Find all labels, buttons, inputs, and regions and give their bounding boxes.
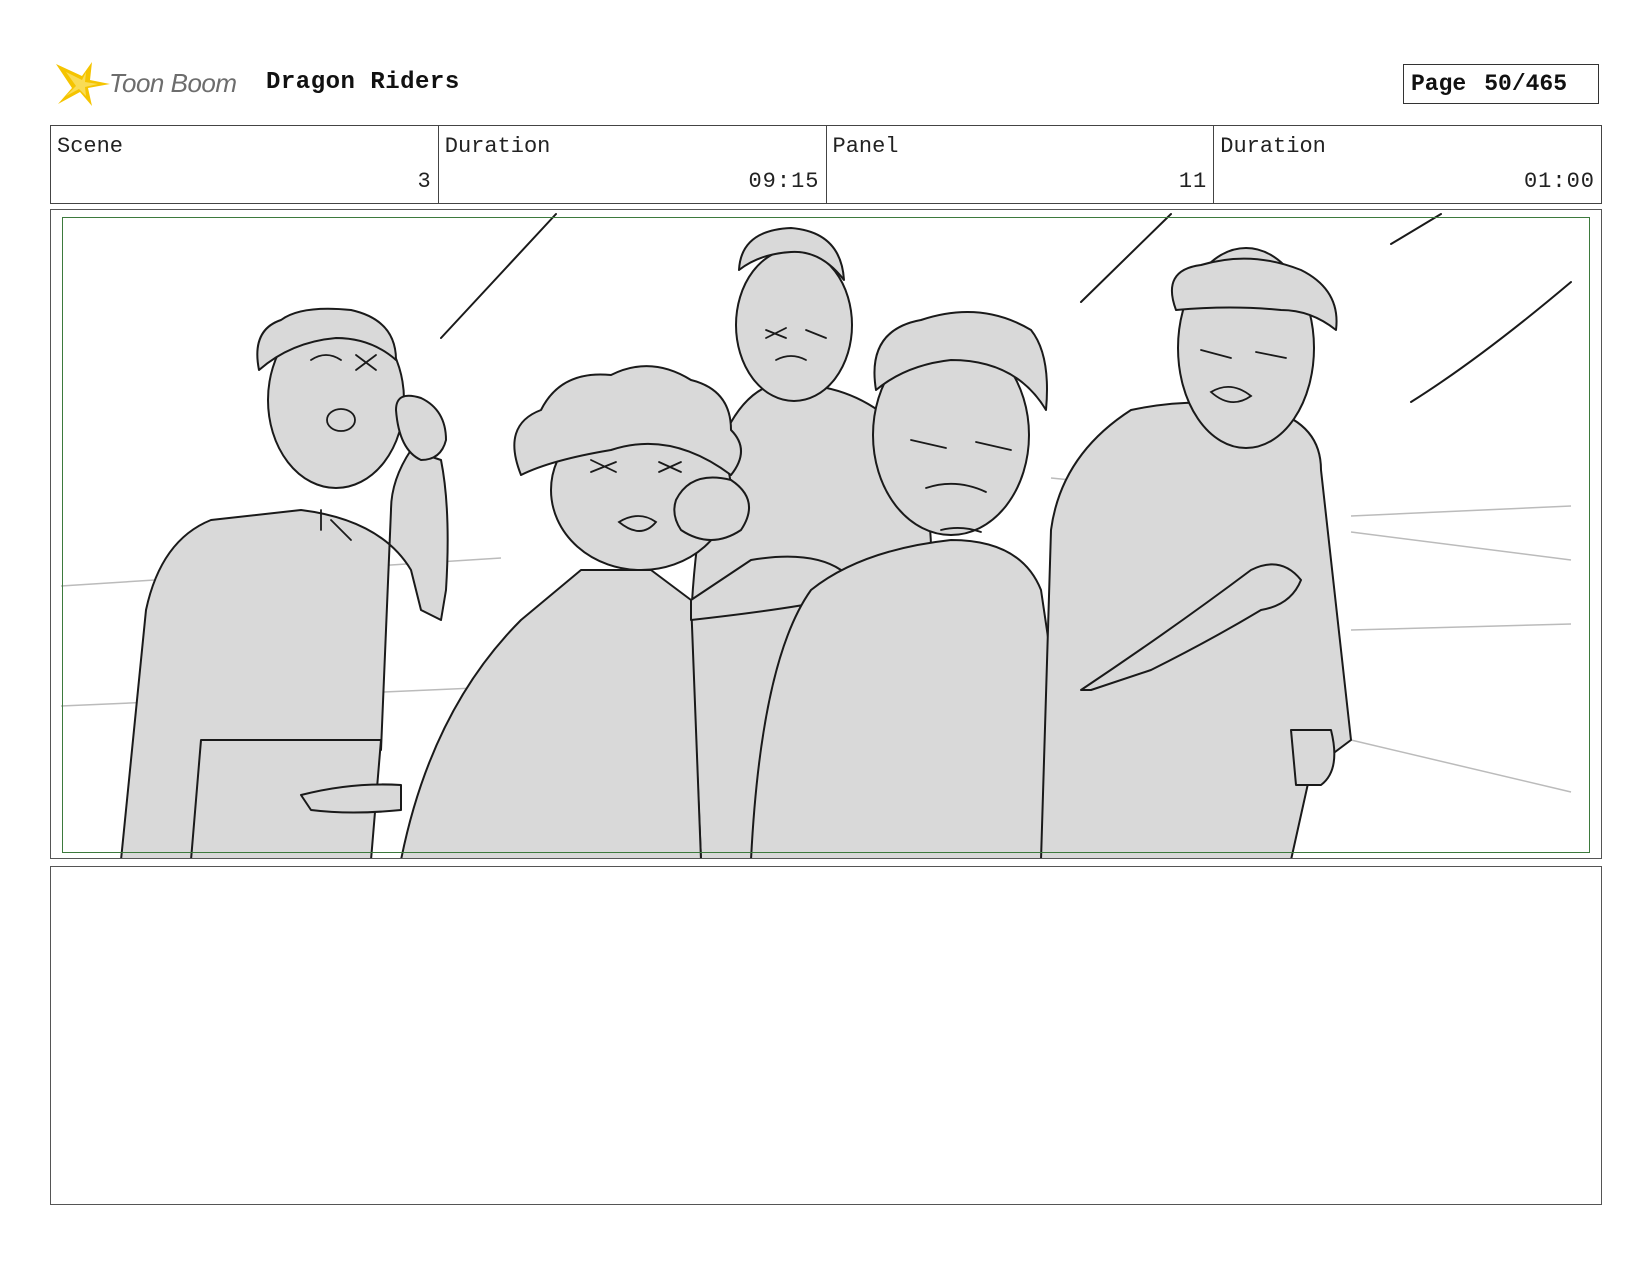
logo-text: Toon Boom bbox=[109, 68, 237, 98]
scene-value: 3 bbox=[417, 169, 432, 194]
notes-box bbox=[50, 866, 1602, 1205]
panel-label: Panel bbox=[832, 134, 899, 159]
toon-boom-star-icon bbox=[56, 62, 110, 106]
safe-frame bbox=[62, 217, 1590, 853]
page-indicator: Page 50/465 bbox=[1403, 64, 1599, 104]
panel-duration-cell: Duration 01:00 bbox=[1214, 126, 1601, 203]
page-label: Page bbox=[1411, 71, 1467, 97]
scene-label: Scene bbox=[57, 134, 124, 159]
panel-cell: Panel 11 bbox=[827, 126, 1215, 203]
panel-duration-label: Duration bbox=[1220, 134, 1326, 159]
storyboard-panel bbox=[50, 209, 1602, 859]
panel-duration-value: 01:00 bbox=[1523, 169, 1595, 194]
scene-cell: Scene 3 bbox=[51, 126, 439, 203]
scene-duration-label: Duration bbox=[444, 134, 551, 159]
scene-duration-value: 09:15 bbox=[748, 169, 820, 194]
page-number: 50/465 bbox=[1484, 71, 1568, 97]
scene-duration-cell: Duration 09:15 bbox=[439, 126, 827, 203]
info-row: Scene 3 Duration 09:15 Panel 11 Duration… bbox=[50, 125, 1602, 204]
project-title: Dragon Riders bbox=[266, 69, 460, 96]
panel-value: 11 bbox=[1178, 169, 1208, 194]
toon-boom-logo: Toon Boom bbox=[52, 56, 252, 112]
